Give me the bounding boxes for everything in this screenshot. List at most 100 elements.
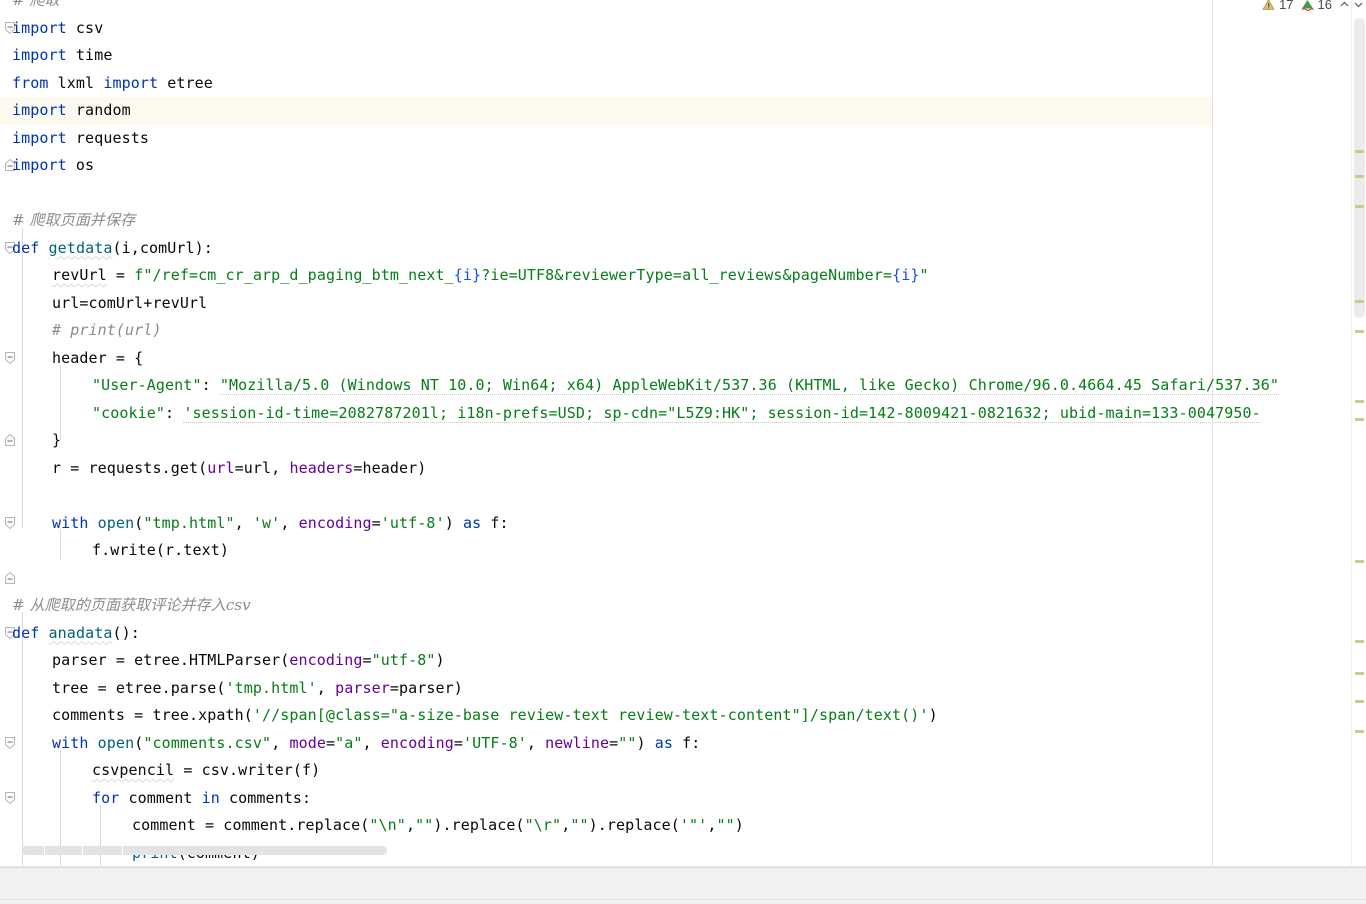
code-line[interactable]: def getdata(i,comUrl):: [0, 235, 1366, 263]
code-token: comment = comment.replace(: [132, 816, 370, 834]
code-line[interactable]: # 爬取: [0, 0, 1366, 15]
code-token: f"/ref=cm_cr_arp_d_paging_btm_next_: [134, 266, 454, 284]
code-line[interactable]: import os: [0, 152, 1366, 180]
code-line[interactable]: csvpencil = csv.writer(f): [0, 757, 1366, 785]
code-line[interactable]: # print(url): [0, 317, 1366, 345]
bottom-tool-panel[interactable]: [0, 867, 1366, 904]
code-token: ): [435, 651, 445, 669]
code-token: newline: [545, 733, 610, 752]
code-line-text: parser = etree.HTMLParser(encoding="utf-…: [0, 647, 445, 675]
weak-warning-count: 16: [1317, 0, 1332, 12]
code-line[interactable]: for comment in comments:: [0, 785, 1366, 813]
code-token: import: [12, 128, 67, 147]
code-line[interactable]: import requests: [0, 125, 1366, 153]
code-line-text: url=comUrl+revUrl: [0, 290, 207, 318]
code-line-text: with open("tmp.html", 'w', encoding='utf…: [0, 510, 509, 538]
code-line[interactable]: from lxml import etree: [0, 70, 1366, 98]
code-line[interactable]: with open("tmp.html", 'w', encoding='utf…: [0, 510, 1366, 538]
inspection-widget[interactable]: 17 16: [1262, 0, 1364, 14]
code-line[interactable]: # 从爬取的页面获取评论并存入csv: [0, 592, 1366, 620]
code-line[interactable]: comment = comment.replace("\n","").repla…: [0, 812, 1366, 840]
code-token: 'UTF-8': [462, 733, 527, 752]
code-token: csv: [66, 18, 104, 37]
scrollbar-warning-marker[interactable]: [1355, 640, 1364, 643]
vertical-scrollbar-thumb[interactable]: [1354, 18, 1365, 318]
code-line[interactable]: # 爬取页面并保存: [0, 207, 1366, 235]
code-token: csvpencil: [92, 761, 175, 779]
code-line[interactable]: "User-Agent": "Mozilla/5.0 (Windows NT 1…: [0, 372, 1366, 400]
code-line[interactable]: parser = etree.HTMLParser(encoding="utf-…: [0, 647, 1366, 675]
vertical-scrollbar-marker-track[interactable]: [1351, 0, 1366, 867]
code-line[interactable]: [0, 180, 1366, 208]
code-token: ,: [316, 678, 336, 697]
code-token: "\n": [369, 816, 406, 834]
code-token: ,: [271, 733, 290, 752]
code-token: "tmp.html": [143, 513, 235, 532]
code-line[interactable]: [0, 565, 1366, 593]
code-token: os: [66, 156, 95, 174]
panel-divider: [0, 899, 1366, 900]
code-line[interactable]: import time: [0, 42, 1366, 70]
chevron-down-icon[interactable]: [1353, 0, 1364, 10]
code-token: =: [325, 733, 336, 752]
code-line[interactable]: def anadata():: [0, 620, 1366, 648]
code-line[interactable]: }: [0, 427, 1366, 455]
code-line[interactable]: "cookie": 'session-id-time=2082787201l; …: [0, 400, 1366, 428]
warning-triangle-icon: [1262, 0, 1275, 11]
code-token: open: [97, 733, 135, 752]
code-token: "Mozilla/5.0 (Windows NT 10.0; Win64; x6…: [219, 376, 1280, 395]
scrollbar-warning-marker[interactable]: [1355, 418, 1364, 421]
code-token: # 从爬取的页面获取评论并存入csv: [12, 596, 251, 614]
code-token: =: [609, 733, 619, 752]
code-token: comments = tree.xpath(: [52, 706, 253, 724]
code-token: ():: [112, 623, 140, 642]
code-line[interactable]: comments = tree.xpath('//span[@class="a-…: [0, 702, 1366, 730]
scrollbar-warning-marker[interactable]: [1355, 330, 1364, 333]
scrollbar-warning-marker[interactable]: [1355, 205, 1364, 208]
scrollbar-warning-marker[interactable]: [1355, 175, 1364, 178]
code-line[interactable]: revUrl = f"/ref=cm_cr_arp_d_paging_btm_n…: [0, 262, 1366, 290]
code-line[interactable]: with open("comments.csv", mode="a", enco…: [0, 730, 1366, 758]
scrollbar-warning-marker[interactable]: [1355, 300, 1364, 303]
code-token: =: [371, 513, 381, 532]
code-token: =header): [353, 458, 427, 477]
scrollbar-warning-marker[interactable]: [1355, 400, 1364, 403]
code-token: '//span[@class="a-size-base review-text …: [252, 706, 929, 724]
code-line-text: with open("comments.csv", mode="a", enco…: [0, 730, 700, 758]
horizontal-scrollbar-thumb[interactable]: [22, 846, 387, 855]
code-token: = csv.writer(f): [174, 761, 321, 779]
code-token: mode: [289, 733, 326, 752]
scrollbar-warning-marker[interactable]: [1355, 560, 1364, 563]
code-line[interactable]: import random: [0, 97, 1366, 125]
scrollbar-warning-marker[interactable]: [1355, 150, 1364, 153]
code-line[interactable]: [0, 482, 1366, 510]
code-token: with: [52, 733, 89, 752]
code-line-text: def getdata(i,comUrl):: [0, 235, 213, 263]
code-line-text: # 爬取: [0, 0, 60, 15]
scrollbar-warning-marker[interactable]: [1355, 672, 1364, 675]
scrollbar-warning-marker[interactable]: [1355, 700, 1364, 703]
code-token: as: [654, 733, 674, 752]
chevron-up-icon[interactable]: [1339, 0, 1350, 10]
code-line[interactable]: import csv: [0, 15, 1366, 43]
code-line[interactable]: r = requests.get(url=url, headers=header…: [0, 455, 1366, 483]
code-line-text: r = requests.get(url=url, headers=header…: [0, 455, 426, 483]
code-line[interactable]: tree = etree.parse('tmp.html', parser=pa…: [0, 675, 1366, 703]
code-line[interactable]: url=comUrl+revUrl: [0, 290, 1366, 318]
code-token: {i}: [453, 266, 482, 284]
code-token: {i}: [892, 266, 920, 284]
code-token: as: [462, 513, 482, 532]
code-token: import: [103, 73, 159, 92]
scrollbar-warning-marker[interactable]: [1355, 730, 1364, 733]
code-line-text: # print(url): [0, 317, 162, 345]
code-content[interactable]: # 爬取 import csv import time from lxml impor…: [0, 0, 1366, 867]
code-line[interactable]: header = {: [0, 345, 1366, 373]
code-editor[interactable]: # 爬取 import csv import time from lxml impor…: [0, 0, 1366, 867]
horizontal-scrollbar[interactable]: [22, 846, 1202, 855]
code-token: }: [52, 431, 62, 449]
code-line[interactable]: f.write(r.text): [0, 537, 1366, 565]
code-token: f:: [481, 513, 509, 532]
